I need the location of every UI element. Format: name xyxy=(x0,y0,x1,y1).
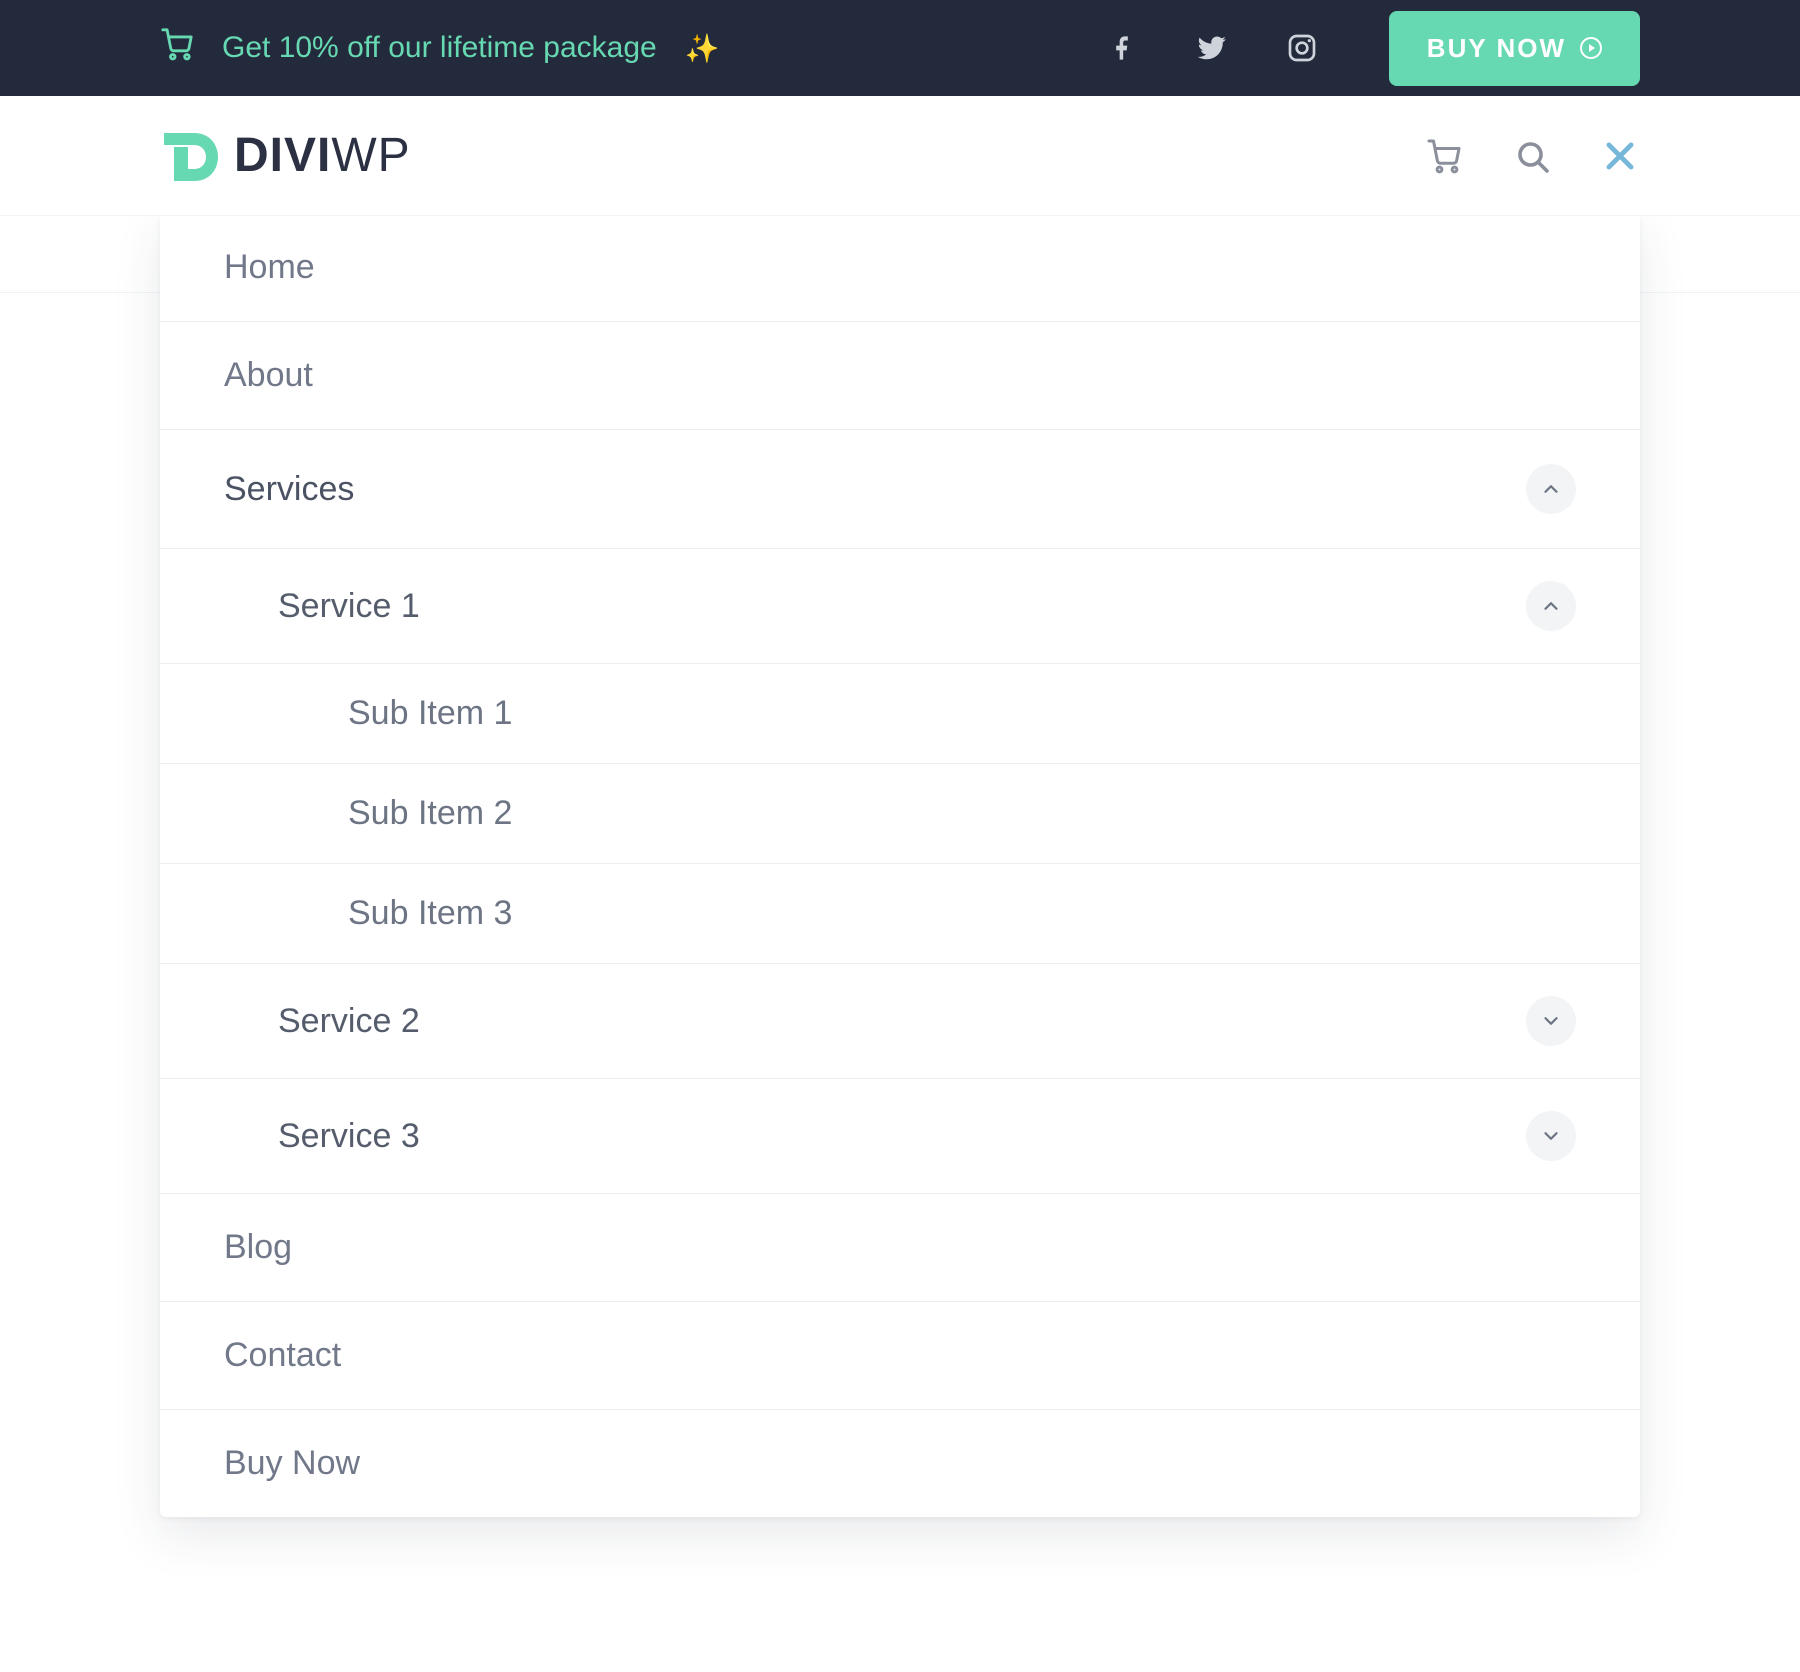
twitter-icon[interactable] xyxy=(1195,31,1229,65)
site-header: DIVIWP xyxy=(0,96,1800,216)
nav-subsubitem-3[interactable]: Sub Item 3 xyxy=(160,864,1640,964)
promo-text: Get 10% off our lifetime package xyxy=(222,31,657,65)
promo-message[interactable]: Get 10% off our lifetime package ✨ xyxy=(160,27,720,69)
chevron-down-icon[interactable] xyxy=(1526,996,1576,1046)
brand-text: DIVIWP xyxy=(234,128,411,183)
nav-item-label: Service 2 xyxy=(278,1002,420,1041)
nav-item-label: Services xyxy=(224,470,354,509)
search-icon[interactable] xyxy=(1512,136,1552,176)
nav-item-about[interactable]: About xyxy=(160,322,1640,430)
buy-now-label: BUY NOW xyxy=(1427,33,1566,64)
nav-item-blog[interactable]: Blog xyxy=(160,1194,1640,1302)
top-promo-bar: Get 10% off our lifetime package ✨ BUY N… xyxy=(0,0,1800,96)
arrow-circle-icon xyxy=(1580,37,1602,59)
nav-item-label: Sub Item 3 xyxy=(348,894,512,933)
chevron-up-icon[interactable] xyxy=(1526,581,1576,631)
brand-thin: WP xyxy=(331,129,410,182)
sparkle-icon: ✨ xyxy=(685,32,720,65)
nav-item-home[interactable]: Home xyxy=(160,214,1640,322)
nav-subsubitem-1[interactable]: Sub Item 1 xyxy=(160,664,1640,764)
header-icon-group xyxy=(1424,136,1640,176)
nav-item-label: Buy Now xyxy=(224,1444,360,1483)
nav-item-label: Home xyxy=(224,248,315,287)
nav-item-label: Sub Item 1 xyxy=(348,694,512,733)
brand-bold: DIVI xyxy=(234,129,331,182)
nav-item-label: Service 3 xyxy=(278,1117,420,1156)
site-header-inner: DIVIWP xyxy=(160,125,1640,187)
nav-subitem-service-1[interactable]: Service 1 xyxy=(160,549,1640,664)
nav-item-label: Sub Item 2 xyxy=(348,794,512,833)
nav-subsubitem-2[interactable]: Sub Item 2 xyxy=(160,764,1640,864)
brand-mark-icon xyxy=(160,125,222,187)
nav-item-label: Contact xyxy=(224,1336,341,1375)
nav-item-buy-now[interactable]: Buy Now xyxy=(160,1410,1640,1517)
instagram-icon[interactable] xyxy=(1285,31,1319,65)
chevron-up-icon[interactable] xyxy=(1526,464,1576,514)
nav-menu-panel: Home About Services Service 1 Sub Item 1… xyxy=(160,214,1640,1517)
social-links xyxy=(1105,31,1319,65)
nav-subitem-service-2[interactable]: Service 2 xyxy=(160,964,1640,1079)
nav-item-services[interactable]: Services xyxy=(160,430,1640,549)
facebook-icon[interactable] xyxy=(1105,31,1139,65)
chevron-down-icon[interactable] xyxy=(1526,1111,1576,1161)
nav-item-contact[interactable]: Contact xyxy=(160,1302,1640,1410)
header-cart-icon[interactable] xyxy=(1424,136,1464,176)
buy-now-button[interactable]: BUY NOW xyxy=(1389,11,1640,86)
cart-icon xyxy=(160,27,194,69)
nav-item-label: Service 1 xyxy=(278,587,420,626)
brand-logo[interactable]: DIVIWP xyxy=(160,125,411,187)
nav-item-label: Blog xyxy=(224,1228,292,1267)
close-icon[interactable] xyxy=(1600,136,1640,176)
nav-subitem-service-3[interactable]: Service 3 xyxy=(160,1079,1640,1194)
nav-item-label: About xyxy=(224,356,313,395)
top-promo-inner: Get 10% off our lifetime package ✨ BUY N… xyxy=(160,11,1640,86)
